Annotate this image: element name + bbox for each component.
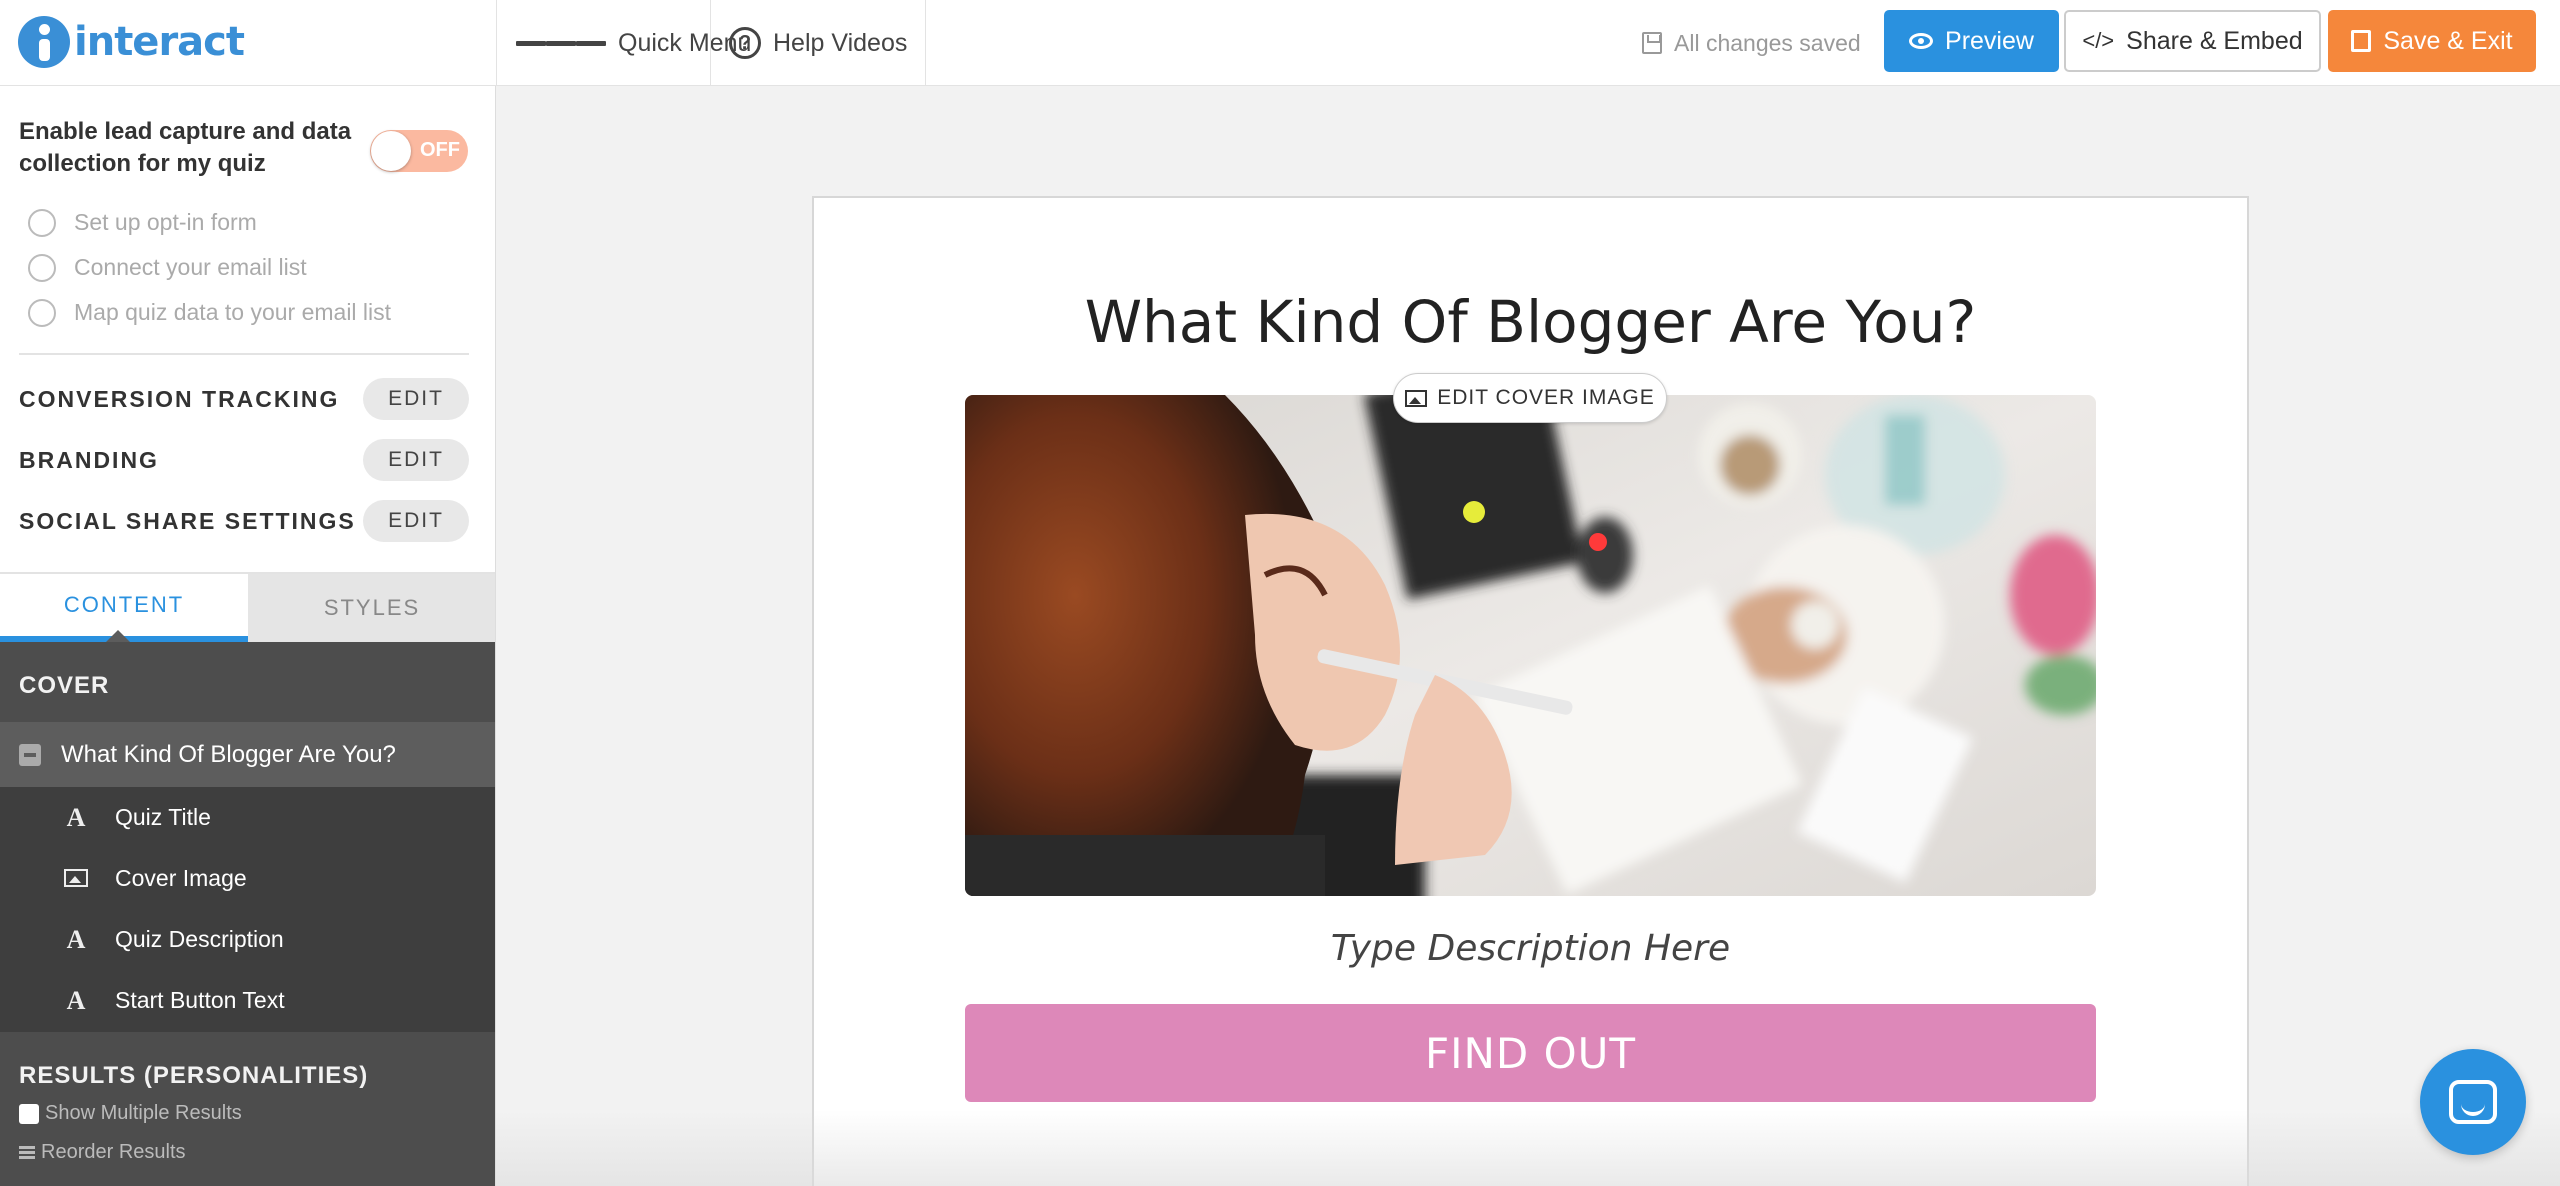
share-embed-button[interactable]: </> Share & Embed: [2064, 10, 2321, 72]
subitem-label: Cover Image: [115, 865, 247, 891]
subitem-cover-image[interactable]: Cover Image: [0, 848, 495, 909]
divider: [19, 353, 469, 355]
results-section-heading: RESULTS (PERSONALITIES): [19, 1062, 369, 1089]
edit-social-share-button[interactable]: EDIT: [363, 500, 469, 542]
lead-capture-label: Enable lead capture and data collection …: [19, 118, 352, 177]
subitem-quiz-description[interactable]: A Quiz Description: [0, 909, 495, 970]
cover-photo: [965, 395, 2096, 896]
quiz-cover-card: What Kind Of Blogger Are You? EDIT COVER…: [812, 196, 2249, 1186]
reorder-icon: [19, 1144, 35, 1161]
lead-capture-toggle[interactable]: OFF: [370, 130, 468, 172]
step-label: Connect your email list: [74, 254, 307, 280]
help-videos-button[interactable]: ? Help Videos: [729, 0, 907, 86]
collapse-icon[interactable]: [19, 743, 41, 766]
reorder-results[interactable]: Reorder Results: [19, 1141, 186, 1164]
logo-icon: [18, 16, 70, 68]
quiz-description[interactable]: Type Description Here: [814, 928, 2247, 969]
show-multiple-label: Show Multiple Results: [45, 1102, 242, 1124]
lead-capture-steps: Set up opt-in form Connect your email li…: [28, 200, 391, 335]
quiz-title[interactable]: What Kind Of Blogger Are You?: [814, 288, 2247, 356]
subitem-start-button-text[interactable]: A Start Button Text: [0, 970, 495, 1031]
floppy-icon: [1642, 32, 1662, 54]
edit-cover-label: EDIT COVER IMAGE: [1437, 386, 1655, 409]
preview-label: Preview: [1945, 26, 2034, 55]
eye-icon: [1909, 33, 1934, 49]
cover-item-label: What Kind Of Blogger Are You?: [61, 740, 396, 768]
hamburger-icon: [516, 37, 606, 50]
cover-item[interactable]: What Kind Of Blogger Are You?: [0, 722, 495, 787]
show-multiple-results[interactable]: Show Multiple Results: [19, 1102, 242, 1125]
start-button[interactable]: FIND OUT: [965, 1004, 2096, 1102]
save-exit-button[interactable]: Save & Exit: [2328, 10, 2536, 72]
text-icon: A: [66, 924, 86, 954]
step-email-list[interactable]: Connect your email list: [28, 245, 391, 290]
code-icon: </>: [2082, 28, 2115, 53]
reorder-label: Reorder Results: [41, 1141, 186, 1163]
share-embed-label: Share & Embed: [2126, 26, 2303, 55]
cover-subitems: A Quiz Title Cover Image A Quiz Descript…: [0, 787, 495, 1032]
tab-content[interactable]: CONTENT: [0, 574, 248, 642]
sidebar-tabs: CONTENT STYLES: [0, 572, 495, 642]
quick-menu-button[interactable]: Quick Menu: [516, 0, 751, 86]
sidebar: Enable lead capture and data collection …: [0, 86, 496, 1186]
subitem-quiz-title[interactable]: A Quiz Title: [0, 787, 495, 848]
help-videos-label: Help Videos: [773, 28, 908, 57]
divider: [496, 0, 497, 86]
text-icon: A: [66, 802, 86, 832]
setting-label: CONVERSION TRACKING: [19, 385, 340, 412]
save-status: All changes saved: [1642, 0, 1861, 86]
divider: [925, 0, 926, 86]
edit-branding-button[interactable]: EDIT: [363, 439, 469, 481]
radio-icon: [28, 298, 56, 327]
radio-icon: [28, 253, 56, 282]
top-bar: interact Quick Menu ? Help Videos All ch…: [0, 0, 2560, 86]
tab-styles[interactable]: STYLES: [248, 574, 495, 642]
toggle-state: OFF: [420, 139, 460, 161]
cover-image[interactable]: [965, 395, 2096, 896]
radio-icon: [28, 208, 56, 237]
content-outline: COVER What Kind Of Blogger Are You? A Qu…: [0, 642, 495, 1186]
setting-branding: BRANDING EDIT: [19, 438, 469, 482]
save-exit-label: Save & Exit: [2383, 26, 2513, 55]
edit-cover-image-button[interactable]: EDIT COVER IMAGE: [1393, 373, 1667, 423]
chat-launcher[interactable]: [2420, 1049, 2526, 1155]
step-map-data[interactable]: Map quiz data to your email list: [28, 290, 391, 335]
edit-conversion-tracking-button[interactable]: EDIT: [363, 378, 469, 420]
save-status-text: All changes saved: [1674, 29, 1861, 56]
toggle-knob: [371, 131, 411, 171]
help-icon: ?: [729, 27, 761, 59]
step-label: Set up opt-in form: [74, 209, 257, 235]
setting-social-share: SOCIAL SHARE SETTINGS EDIT: [19, 499, 469, 543]
setting-conversion-tracking: CONVERSION TRACKING EDIT: [19, 377, 469, 421]
checkbox[interactable]: [19, 1103, 39, 1124]
save-icon: [2351, 30, 2372, 52]
cover-section-heading: COVER: [19, 672, 110, 699]
chat-icon: [2449, 1080, 2497, 1124]
subitem-label: Quiz Title: [115, 804, 211, 830]
step-opt-in-form[interactable]: Set up opt-in form: [28, 200, 391, 245]
subitem-label: Quiz Description: [115, 926, 284, 952]
image-icon: [64, 868, 88, 887]
logo-text: interact: [74, 19, 245, 65]
setting-label: SOCIAL SHARE SETTINGS: [19, 507, 356, 534]
subitem-label: Start Button Text: [115, 987, 285, 1013]
logo[interactable]: interact: [18, 14, 245, 70]
divider: [710, 0, 711, 86]
step-label: Map quiz data to your email list: [74, 299, 392, 325]
image-icon: [1405, 389, 1428, 407]
preview-button[interactable]: Preview: [1884, 10, 2059, 72]
setting-label: BRANDING: [19, 446, 159, 473]
text-icon: A: [66, 985, 86, 1015]
